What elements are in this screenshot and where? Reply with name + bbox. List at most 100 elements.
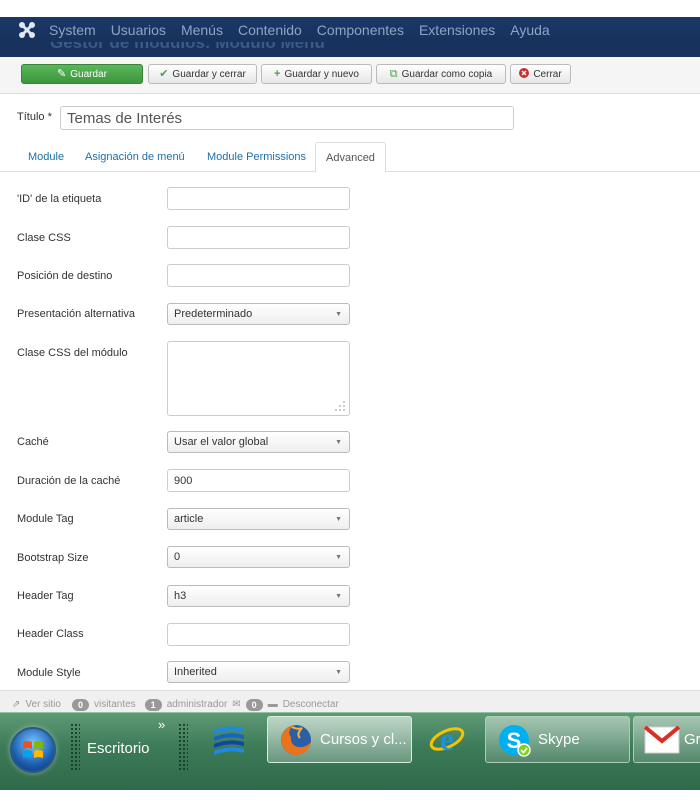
tag-id-input[interactable] <box>167 187 350 210</box>
envelope-icon: ✉ <box>232 699 241 710</box>
skype-icon: S <box>499 724 531 757</box>
header-tag-value: h3 <box>174 590 187 602</box>
copy-icon: ⧉ <box>389 67 398 80</box>
module-css-label: Clase CSS del módulo <box>17 347 128 359</box>
bootstrap-size-label: Bootstrap Size <box>17 552 89 564</box>
module-style-select[interactable]: Inherited ▼ <box>167 661 350 683</box>
dropdown-arrow-icon: ▼ <box>335 554 342 561</box>
css-class-label: Clase CSS <box>17 232 71 244</box>
plus-icon: + <box>274 67 281 80</box>
bottom-margin <box>0 790 700 800</box>
dropdown-arrow-icon: ▼ <box>335 593 342 600</box>
bootstrap-size-select[interactable]: 0 ▼ <box>167 546 350 568</box>
nav-components[interactable]: Componentes <box>317 22 404 38</box>
title-input[interactable] <box>60 106 514 130</box>
module-tag-select[interactable]: article ▼ <box>167 508 350 530</box>
admin-navbar: System Usuarios Menús Contenido Componen… <box>0 17 700 42</box>
page-heading: Gestor de módulos: Módulo Menú <box>50 42 325 52</box>
admins-label: administrador <box>166 699 228 710</box>
svg-text:e: e <box>440 721 454 757</box>
dropdown-arrow-icon: ▼ <box>335 669 342 676</box>
module-style-value: Inherited <box>174 666 217 678</box>
dropdown-arrow-icon: ▼ <box>335 439 342 446</box>
cache-value: Usar el valor global <box>174 436 269 448</box>
joomla-logo-icon[interactable] <box>15 18 39 42</box>
save-new-label: Guardar y nuevo <box>284 68 359 80</box>
alt-layout-value: Predeterminado <box>174 308 253 320</box>
header-tag-select[interactable]: h3 ▼ <box>167 585 350 607</box>
header-class-label: Header Class <box>17 628 84 640</box>
close-circle-icon <box>519 67 530 81</box>
target-position-label: Posición de destino <box>17 270 113 282</box>
desktop-toolbar-label[interactable]: Escritorio <box>87 740 150 757</box>
alt-layout-select[interactable]: Predeterminado ▼ <box>167 303 350 325</box>
internet-explorer-icon[interactable]: e <box>428 720 466 758</box>
module-style-label: Module Style <box>17 667 81 679</box>
messages-badge: 0 <box>245 698 263 711</box>
tag-id-label: 'ID' de la etiqueta <box>17 193 102 205</box>
save-close-label: Guardar y cerrar <box>172 68 246 80</box>
cache-time-input[interactable] <box>167 469 350 492</box>
taskbar-grip[interactable] <box>70 723 80 771</box>
nav-help[interactable]: Ayuda <box>510 22 549 38</box>
dropdown-arrow-icon: ▼ <box>335 516 342 523</box>
save-new-button[interactable]: + Guardar y nuevo <box>261 64 372 84</box>
nav-content[interactable]: Contenido <box>238 22 302 38</box>
target-position-input[interactable] <box>167 264 350 287</box>
page-heading-strip: Gestor de módulos: Módulo Menú <box>0 42 700 57</box>
save-button-label: Guardar <box>70 68 107 80</box>
cache-select[interactable]: Usar el valor global ▼ <box>167 431 350 453</box>
nav-system[interactable]: System <box>49 22 96 38</box>
chevron-right-icon[interactable]: » <box>158 717 165 732</box>
skype-window-title: Skype <box>538 731 580 748</box>
cache-label: Caché <box>17 436 49 448</box>
save-copy-button[interactable]: ⧉ Guardar como copia <box>376 64 506 84</box>
bootstrap-size-value: 0 <box>174 551 181 563</box>
dropdown-arrow-icon: ▼ <box>335 311 342 318</box>
module-tag-label: Module Tag <box>17 513 74 525</box>
view-site-link[interactable]: Ver sitio <box>25 699 61 710</box>
firefox-window-title: Cursos y cl... <box>320 731 407 748</box>
taskbar-firefox-window[interactable]: Cursos y cl... <box>267 716 412 763</box>
tab-module-permissions[interactable]: Module Permissions <box>207 142 306 172</box>
taskbar-grip[interactable] <box>178 723 188 771</box>
module-css-textarea[interactable] <box>167 341 350 416</box>
alt-layout-label: Presentación alternativa <box>17 308 136 320</box>
module-tag-value: article <box>174 513 204 525</box>
tab-bar: Module Asignación de menú Module Permiss… <box>0 142 700 173</box>
taskbar-skype-window[interactable]: S Skype <box>485 716 630 763</box>
external-link-icon: ⇗ <box>12 699 21 710</box>
toolbar: ✎ Guardar ✔ Guardar y cerrar + Guardar y… <box>0 57 700 94</box>
edit-icon: ✎ <box>57 67 67 80</box>
firefox-icon <box>281 724 311 755</box>
css-class-input[interactable] <box>167 226 350 249</box>
close-button-label: Cerrar <box>533 68 562 80</box>
gmail-icon <box>644 725 680 753</box>
visitors-badge: 0 <box>71 698 89 711</box>
save-copy-label: Guardar como copia <box>401 68 493 80</box>
tab-advanced[interactable]: Advanced <box>315 142 386 173</box>
tab-module[interactable]: Module <box>28 142 64 172</box>
save-close-button[interactable]: ✔ Guardar y cerrar <box>148 64 257 84</box>
tab-menu-assignment[interactable]: Asignación de menú <box>85 142 185 172</box>
stack-app-icon[interactable] <box>210 720 248 758</box>
close-button[interactable]: Cerrar <box>510 64 571 84</box>
taskbar-gmail-window[interactable]: Gr <box>633 716 700 763</box>
nav-extensions[interactable]: Extensiones <box>419 22 495 38</box>
resize-grip-icon[interactable] <box>334 400 346 412</box>
nav-menus[interactable]: Menús <box>181 22 223 38</box>
cache-time-label: Duración de la caché <box>17 475 121 487</box>
top-area: System Usuarios Menús Contenido Componen… <box>0 0 700 57</box>
admins-badge: 1 <box>144 698 162 711</box>
header-tag-label: Header Tag <box>17 590 74 602</box>
header-class-input[interactable] <box>167 623 350 646</box>
save-button[interactable]: ✎ Guardar <box>21 64 143 84</box>
visitors-label: visitantes <box>93 699 136 710</box>
windows-start-icon[interactable] <box>10 727 56 773</box>
gmail-window-title: Gr <box>684 731 700 748</box>
title-label: Título * <box>17 111 52 123</box>
logout-link[interactable]: Desconectar <box>283 699 339 710</box>
minus-icon: ▬ <box>267 699 278 710</box>
nav-users[interactable]: Usuarios <box>111 22 166 38</box>
checkmark-icon: ✔ <box>159 67 169 80</box>
